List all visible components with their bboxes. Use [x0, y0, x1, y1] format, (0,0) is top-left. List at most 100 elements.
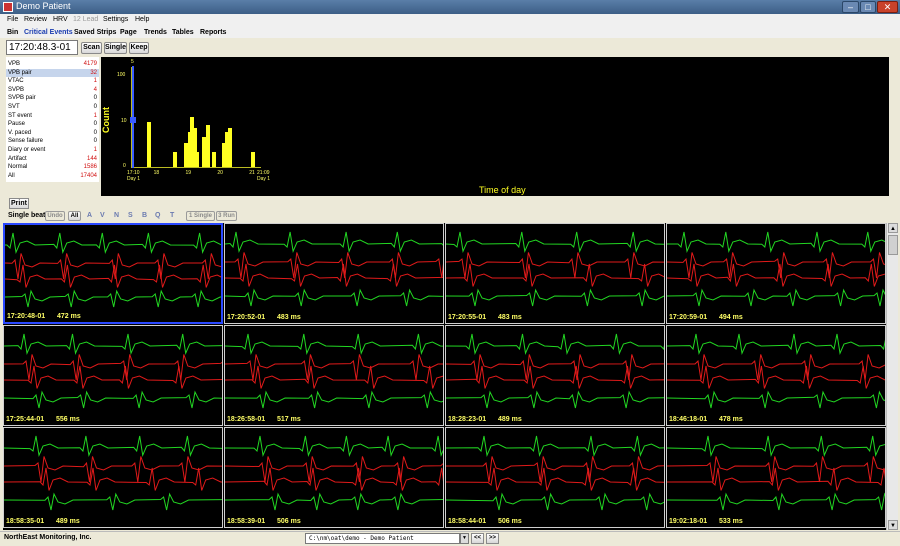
ecg-strip[interactable]: 18:46:18-01 478 ms [666, 325, 886, 426]
ecg-strip[interactable]: 18:58:44-01 506 ms [445, 427, 665, 528]
tab-trends[interactable]: Trends [144, 29, 167, 36]
ecg-lead-line [446, 354, 664, 381]
event-row[interactable]: ST event 1 [6, 112, 99, 120]
filter-n[interactable]: N [114, 212, 119, 219]
cursor-marker [130, 117, 136, 123]
tab-saved-strips[interactable]: Saved Strips [74, 29, 116, 36]
ecg-lead-line [667, 288, 885, 307]
vertical-scrollbar[interactable]: ▲ ▼ [886, 223, 898, 530]
filter-t[interactable]: T [170, 212, 174, 219]
ecg-lead-line [446, 492, 664, 511]
scan-button[interactable]: Scan [81, 42, 102, 54]
ecg-lead-line [225, 333, 443, 355]
menu-settings[interactable]: Settings [103, 16, 128, 23]
ecg-lead-line [446, 231, 664, 253]
event-row[interactable]: VTAC 1 [6, 77, 99, 85]
event-row[interactable]: Artifact 144 [6, 155, 99, 163]
ecg-trace [5, 232, 221, 308]
event-row[interactable]: All 17404 [6, 172, 99, 180]
minimize-button[interactable]: – [842, 1, 859, 13]
tab-critical-events[interactable]: Critical Events [24, 29, 73, 36]
tab-page[interactable]: Page [120, 29, 137, 36]
ecg-strip[interactable]: 18:58:39-01 506 ms [224, 427, 444, 528]
ecg-strip[interactable]: 17:20:52-01 483 ms [224, 223, 444, 324]
patient-path-select[interactable]: C:\nm\oat\demo - Demo Patient [305, 533, 460, 544]
strip-timestamp: 18:46:18-01 [669, 416, 708, 423]
ecg-lead-line [446, 365, 664, 389]
menu-bar: File Review HRV 12 Lead Settings Help [0, 14, 900, 26]
strip-timestamp: 19:02:18-01 [669, 518, 708, 525]
previous-patient-button[interactable]: << [471, 533, 484, 544]
event-row[interactable]: Diary or event 1 [6, 146, 99, 154]
event-count: 1586 [83, 164, 97, 171]
event-label: SVPB [8, 86, 25, 93]
next-patient-button[interactable]: >> [486, 533, 499, 544]
tab-tables[interactable]: Tables [172, 29, 194, 36]
ecg-strip[interactable]: 17:20:48-01 472 ms [3, 223, 223, 324]
filter-a[interactable]: A [87, 212, 92, 219]
print-button[interactable]: Print [9, 198, 29, 209]
tab-bin[interactable]: Bin [7, 29, 18, 36]
scroll-down-icon[interactable]: ▼ [888, 520, 898, 530]
filter-s[interactable]: S [128, 212, 133, 219]
time-field[interactable]: 17:20:48.3-01 [6, 40, 78, 55]
menu-file[interactable]: File [7, 16, 18, 23]
ecg-strip[interactable]: 17:25:44-01 556 ms [3, 325, 223, 426]
ecg-strip[interactable]: 17:20:55-01 483 ms [445, 223, 665, 324]
event-row[interactable]: Normal 1586 [6, 163, 99, 171]
ecg-strip[interactable]: 18:26:58-01 517 ms [224, 325, 444, 426]
close-button[interactable]: ✕ [877, 1, 898, 13]
menu-help[interactable]: Help [135, 16, 149, 23]
all-button[interactable]: All [68, 211, 81, 221]
event-row[interactable]: VPB 4179 [6, 60, 99, 68]
menu-review[interactable]: Review [24, 16, 47, 23]
undo-button[interactable]: Undo [45, 211, 65, 221]
filter-v[interactable]: V [100, 212, 105, 219]
event-label: Diary or event [8, 147, 46, 153]
single-button[interactable]: Single [104, 42, 127, 54]
scroll-up-icon[interactable]: ▲ [888, 223, 898, 233]
filter-q[interactable]: Q [155, 212, 160, 219]
keep-button[interactable]: Keep [129, 42, 149, 54]
ecg-lead-line [4, 354, 222, 381]
event-count: 0 [93, 104, 97, 110]
event-count: 1 [93, 147, 97, 153]
event-label: Normal [8, 164, 28, 171]
y-tick-label: 0 [123, 163, 126, 169]
scroll-thumb[interactable] [888, 235, 898, 255]
histogram-bar [147, 121, 152, 167]
event-label: Artifact [8, 155, 27, 162]
event-count: 32 [90, 69, 97, 76]
menu-hrv[interactable]: HRV [53, 16, 68, 23]
strip-rr-interval: 483 ms [277, 314, 301, 321]
event-histogram[interactable]: Count Time of day 5 100 10 0 17:10 Day 11… [101, 57, 889, 196]
chevron-down-icon[interactable]: ▼ [460, 533, 469, 544]
ecg-lead-line [5, 232, 221, 254]
event-row[interactable]: V. paced 0 [6, 129, 99, 137]
strip-rr-interval: 517 ms [277, 416, 301, 423]
event-label: SVPB pair [8, 95, 36, 102]
one-single-button[interactable]: 1 Single [186, 211, 215, 221]
ecg-strip[interactable]: 18:28:23-01 489 ms [445, 325, 665, 426]
event-row[interactable]: SVPB 4 [6, 86, 99, 94]
status-bar: NorthEast Monitoring, Inc. C:\nm\oat\dem… [0, 531, 900, 546]
event-row[interactable]: Sense failure 0 [6, 137, 99, 145]
ecg-strip[interactable]: 18:58:35-01 489 ms [3, 427, 223, 528]
event-row[interactable]: SVT 0 [6, 103, 99, 111]
event-row[interactable]: VPB pair 32 [6, 68, 99, 77]
ecg-strip[interactable]: 17:20:59-01 494 ms [666, 223, 886, 324]
tab-reports[interactable]: Reports [200, 29, 226, 36]
maximize-button[interactable]: □ [860, 1, 876, 13]
ecg-lead-line [667, 231, 885, 253]
beat-filter-bar: Single beat Undo All A V N S B Q T 1 Sin… [0, 211, 900, 222]
event-row[interactable]: SVPB pair 0 [6, 94, 99, 102]
menu-12-lead[interactable]: 12 Lead [73, 16, 98, 23]
filter-b[interactable]: B [142, 212, 147, 219]
event-label: All [8, 172, 15, 179]
window-title: Demo Patient [16, 1, 71, 11]
ecg-strip[interactable]: 19:02:18-01 533 ms [666, 427, 886, 528]
x-tick-sublabel: Day 1 [127, 176, 141, 182]
three-run-button[interactable]: 3 Run [216, 211, 237, 221]
event-row[interactable]: Pause 0 [6, 120, 99, 128]
event-count: 0 [93, 121, 97, 128]
